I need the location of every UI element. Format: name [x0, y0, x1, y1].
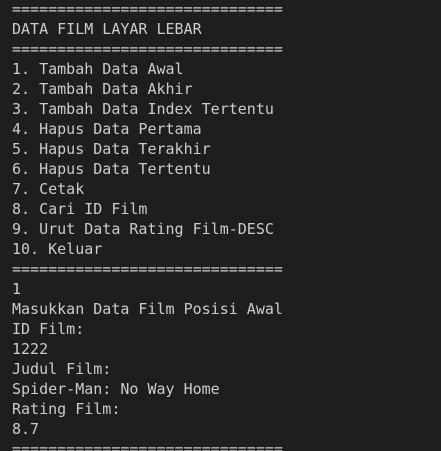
rating-film-value: 8.7 [12, 420, 40, 438]
choice-input-echo: 1 [12, 280, 22, 298]
separator-line: ============================== [12, 40, 283, 58]
judul-film-value: Spider-Man: No Way Home [12, 380, 220, 398]
menu-item-9: 9. Urut Data Rating Film-DESC [12, 220, 274, 238]
separator-line: ============================== [12, 0, 283, 18]
menu-item-3: 3. Tambah Data Index Tertentu [12, 100, 274, 118]
id-film-value: 1222 [12, 340, 49, 358]
id-film-label: ID Film: [12, 320, 85, 338]
prompt-heading: Masukkan Data Film Posisi Awal [12, 300, 283, 318]
menu-item-5: 5. Hapus Data Terakhir [12, 140, 211, 158]
menu-item-6: 6. Hapus Data Tertentu [12, 160, 211, 178]
rating-film-label: Rating Film: [12, 400, 121, 418]
separator-line-bottom: ============================== [12, 440, 283, 451]
menu-item-8: 8. Cari ID Film [12, 200, 148, 218]
separator-line: ============================== [12, 260, 283, 278]
menu-item-4: 4. Hapus Data Pertama [12, 120, 202, 138]
menu-item-2: 2. Tambah Data Akhir [12, 80, 193, 98]
menu-item-1: 1. Tambah Data Awal [12, 60, 184, 78]
menu-item-7: 7. Cetak [12, 180, 85, 198]
judul-film-label: Judul Film: [12, 360, 112, 378]
terminal-output[interactable]: ============================== DATA FILM… [0, 0, 441, 451]
menu-title: DATA FILM LAYAR LEBAR [12, 20, 202, 38]
menu-item-10: 10. Keluar [12, 240, 103, 258]
